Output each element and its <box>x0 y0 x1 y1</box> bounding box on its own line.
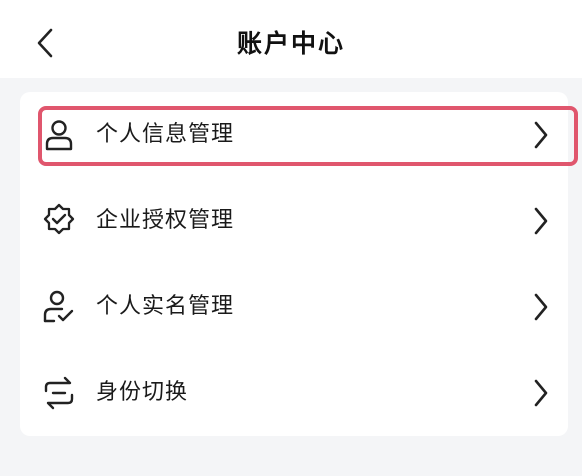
menu-item-label: 身份切换 <box>96 380 189 405</box>
badge-check-icon <box>40 202 78 240</box>
chevron-right-icon <box>528 205 554 237</box>
menu-item-personal-info[interactable]: 个人信息管理 <box>20 92 578 178</box>
account-center-screen: 账户中心 个人信息管理 企业授权管理 个人实名管理 身份切换 <box>0 0 582 476</box>
chevron-right-icon <box>528 291 554 323</box>
switch-icon <box>40 374 78 412</box>
chevron-right-icon <box>528 377 554 409</box>
user-verified-icon <box>40 288 78 326</box>
menu-item-real-name[interactable]: 个人实名管理 <box>20 264 568 350</box>
header-bar: 账户中心 <box>0 0 582 78</box>
chevron-right-icon <box>528 119 554 151</box>
menu-item-identity-switch[interactable]: 身份切换 <box>20 350 568 436</box>
page-title: 账户中心 <box>236 29 345 58</box>
menu-item-label: 个人信息管理 <box>96 122 235 147</box>
menu-item-enterprise-authorization[interactable]: 企业授权管理 <box>20 178 568 264</box>
menu-item-label: 个人实名管理 <box>96 294 235 319</box>
account-menu: 个人信息管理 企业授权管理 个人实名管理 身份切换 <box>20 92 578 436</box>
menu-item-label: 企业授权管理 <box>96 208 235 233</box>
user-icon <box>40 116 78 154</box>
